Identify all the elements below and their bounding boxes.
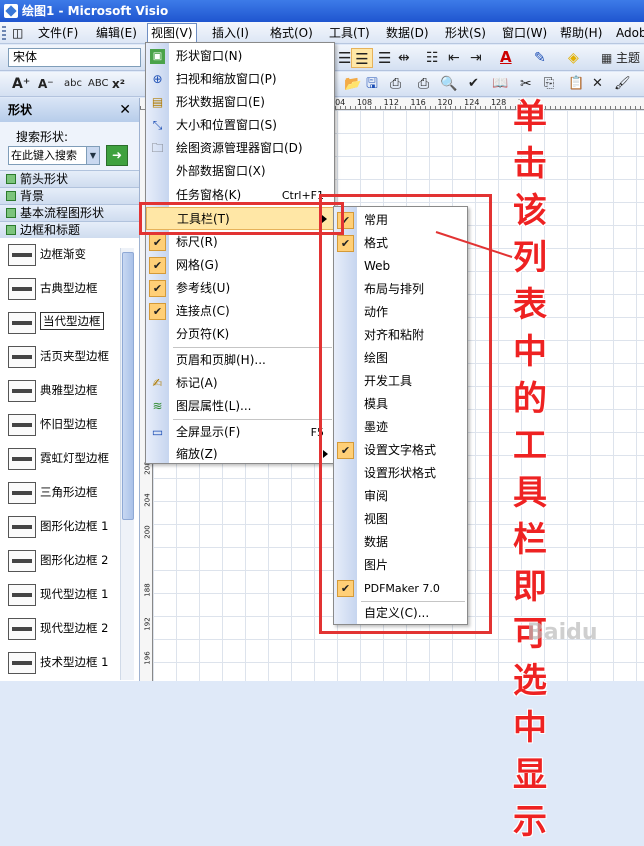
baidu-watermark: Baidu — [527, 620, 598, 645]
annotation-text: 单击该列表中的工具栏即可选中显示 — [513, 97, 547, 842]
